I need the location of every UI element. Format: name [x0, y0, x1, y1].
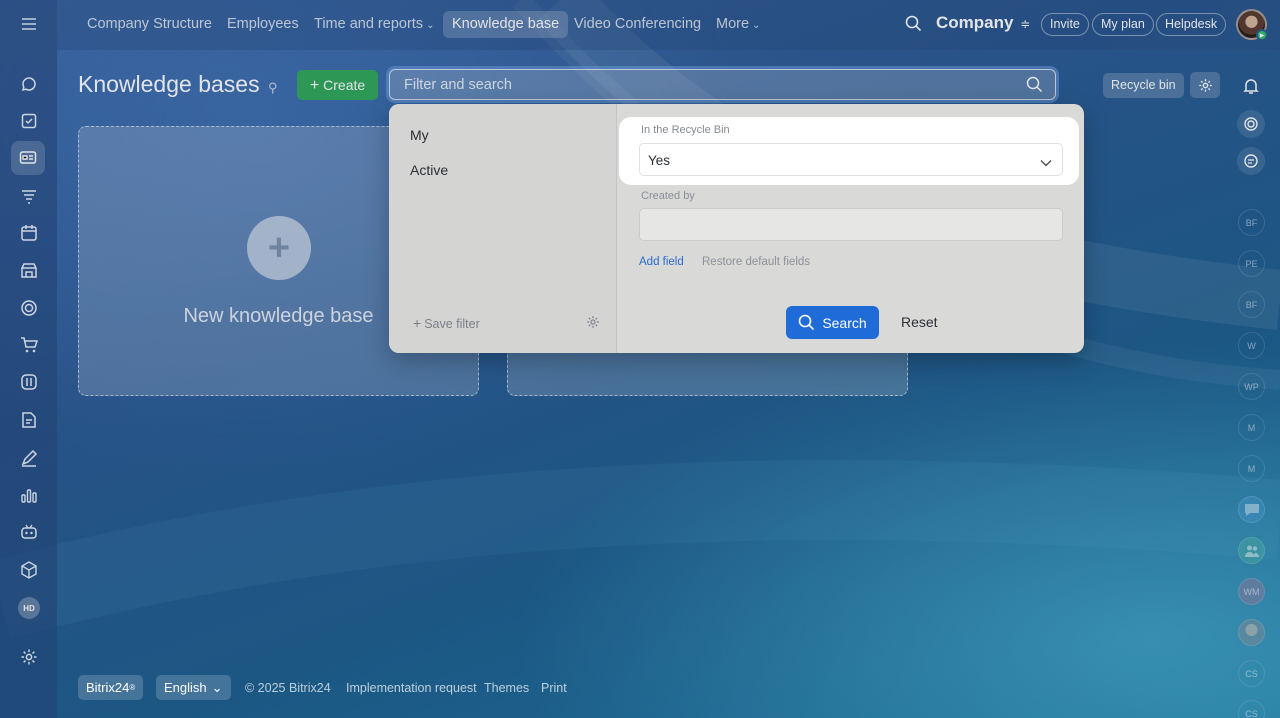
recycle-bin-select[interactable]: Yes: [639, 143, 1063, 176]
settings-icon[interactable]: [14, 642, 44, 672]
search-icon: [799, 314, 815, 331]
search-button[interactable]: Search: [786, 306, 879, 339]
search-icon[interactable]: [905, 15, 922, 37]
recycle-bin-button[interactable]: Recycle bin: [1103, 73, 1184, 98]
docs-icon[interactable]: [14, 405, 44, 435]
contact-avatar[interactable]: BF: [1238, 291, 1265, 318]
sites-icon[interactable]: [11, 141, 45, 175]
inventory-icon[interactable]: [14, 555, 44, 585]
contact-photo-avatar[interactable]: [1238, 619, 1265, 646]
nav-time-and-reports[interactable]: Time and reports ⌄: [305, 11, 443, 38]
chevron-down-icon: ⌄: [752, 20, 761, 31]
create-button[interactable]: + Create: [297, 70, 378, 100]
calendar-icon[interactable]: [14, 218, 44, 248]
nav-video-conferencing[interactable]: Video Conferencing: [565, 11, 710, 38]
contact-avatar[interactable]: W: [1238, 332, 1265, 359]
hd-icon[interactable]: HD: [18, 597, 40, 619]
copilot-icon[interactable]: [14, 517, 44, 547]
my-plan-button[interactable]: My plan: [1092, 13, 1154, 36]
left-sidebar: HD: [0, 0, 57, 718]
nav-more[interactable]: More ⌄: [707, 11, 769, 38]
chevron-down-icon: ⌄: [211, 680, 223, 695]
online-status-icon: ▶: [1256, 29, 1268, 41]
goals-icon[interactable]: [14, 293, 44, 323]
company-name[interactable]: Company ≑: [936, 13, 1030, 33]
chevron-down-icon: [1040, 154, 1052, 172]
contact-avatar[interactable]: M: [1238, 455, 1265, 482]
gear-icon[interactable]: [586, 315, 600, 334]
nav-label: Time and reports: [314, 16, 424, 32]
contact-avatar[interactable]: WM: [1238, 578, 1265, 605]
nav-employees[interactable]: Employees: [218, 11, 308, 38]
pin-icon[interactable]: ⚲: [268, 80, 278, 95]
plus-icon: +: [413, 315, 422, 331]
contact-avatar[interactable]: M: [1238, 414, 1265, 441]
restore-default-fields-link[interactable]: Restore default fields: [702, 256, 810, 268]
tasks-icon[interactable]: [14, 106, 44, 136]
preset-active[interactable]: Active: [410, 162, 448, 178]
page-title: Knowledge bases ⚲: [78, 71, 278, 97]
nav-knowledge-base[interactable]: Knowledge base: [443, 11, 569, 38]
field-label: Created by: [641, 190, 695, 202]
chevron-down-icon: ⌄: [426, 20, 435, 31]
search-icon[interactable]: [1026, 76, 1043, 98]
user-avatar[interactable]: ▶: [1236, 9, 1268, 41]
add-field-link[interactable]: Add field: [639, 256, 684, 268]
messenger-icon[interactable]: [1237, 147, 1265, 175]
language-selector[interactable]: English ⌄: [156, 675, 231, 700]
preset-my[interactable]: My: [410, 127, 429, 143]
cart-icon[interactable]: [14, 330, 44, 360]
crm-icon[interactable]: [14, 181, 44, 211]
contact-avatar[interactable]: WP: [1238, 373, 1265, 400]
sign-icon[interactable]: [14, 443, 44, 473]
implementation-request-link[interactable]: Implementation request: [346, 681, 477, 695]
field-label: In the Recycle Bin: [641, 124, 730, 136]
sliders-icon: ≑: [1020, 17, 1031, 31]
right-sidebar: BF PE BF W WP M M WM CS CS: [1223, 50, 1280, 718]
contact-avatar[interactable]: CS: [1238, 700, 1265, 718]
select-value: Yes: [648, 153, 671, 168]
filter-search-input[interactable]: [404, 76, 1004, 94]
store-icon[interactable]: [14, 255, 44, 285]
created-by-field[interactable]: [639, 208, 1063, 241]
bell-icon[interactable]: [1237, 72, 1265, 100]
reset-button[interactable]: Reset: [901, 314, 938, 330]
plus-icon: +: [309, 77, 320, 94]
hamburger-icon[interactable]: [14, 9, 44, 39]
helpdesk-button[interactable]: Helpdesk: [1156, 13, 1227, 36]
analytics-icon[interactable]: [14, 480, 44, 510]
registered-icon: ®: [129, 683, 136, 692]
filter-presets-panel: My Active + Save filter: [389, 104, 617, 353]
nav-company-structure[interactable]: Company Structure: [78, 11, 221, 38]
copyright-text: © 2025 Bitrix24: [245, 681, 331, 695]
print-link[interactable]: Print: [541, 681, 567, 695]
themes-link[interactable]: Themes: [484, 681, 529, 695]
bitrix24-brand-button[interactable]: Bitrix24®: [78, 675, 144, 700]
contact-avatar[interactable]: BF: [1238, 209, 1265, 236]
contact-avatar[interactable]: CS: [1238, 660, 1265, 687]
workflow-icon[interactable]: [14, 367, 44, 397]
invite-button[interactable]: Invite: [1041, 13, 1089, 36]
group-chat-icon[interactable]: [1238, 496, 1265, 523]
filter-search-bar[interactable]: [389, 69, 1056, 100]
team-icon[interactable]: [1238, 537, 1265, 564]
recycle-bin-field: In the Recycle Bin Yes: [619, 117, 1079, 185]
contact-avatar[interactable]: PE: [1238, 250, 1265, 277]
nav-label: More: [716, 16, 750, 32]
filter-popup: My Active + Save filter In the Recycle Bi…: [389, 104, 1084, 353]
plus-icon: +: [247, 216, 311, 280]
chat-icon[interactable]: [14, 69, 44, 99]
gear-icon[interactable]: [1190, 72, 1220, 98]
copilot-chat-icon[interactable]: [1237, 110, 1265, 138]
save-filter-button[interactable]: + Save filter: [413, 315, 480, 331]
